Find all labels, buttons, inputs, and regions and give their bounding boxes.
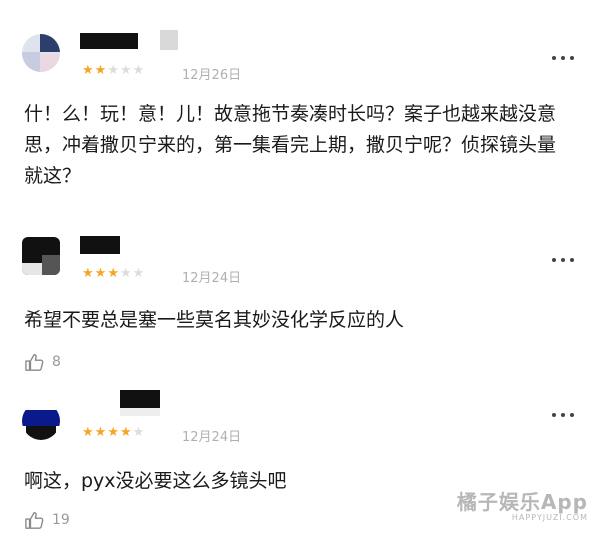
star-icon: ★: [107, 266, 120, 281]
watermark-logo: 橘子娱乐App: [456, 490, 588, 514]
star-icon: ★: [132, 425, 146, 440]
more-dots-icon[interactable]: [552, 412, 574, 418]
star-icon: ★: [119, 63, 133, 78]
star-icon: ★: [107, 63, 120, 78]
avatar[interactable]: [22, 402, 60, 440]
watermark: 橘子娱乐App HAPPYJUZI.COM: [457, 486, 588, 522]
thumbs-up-icon: [25, 354, 44, 371]
star-icon: ★: [94, 266, 108, 281]
more-dots-icon[interactable]: [552, 55, 574, 61]
like-button[interactable]: 19: [24, 510, 70, 530]
username-redacted[interactable]: [80, 33, 138, 49]
avatar[interactable]: [22, 237, 60, 275]
rating-stars: ★★★★★: [82, 63, 145, 78]
comment-date: 12月24日: [182, 271, 242, 286]
like-count: 19: [52, 512, 70, 528]
rating-stars: ★★★★★: [82, 425, 145, 440]
more-dots-icon[interactable]: [552, 257, 574, 263]
star-icon: ★: [94, 63, 108, 78]
username-redacted: [160, 30, 178, 50]
star-icon: ★: [82, 266, 95, 281]
rating-stars: ★★★★★: [82, 266, 145, 281]
star-icon: ★: [107, 425, 120, 440]
avatar[interactable]: [22, 34, 60, 72]
star-icon: ★: [82, 425, 95, 440]
username-redacted[interactable]: [120, 390, 160, 408]
star-icon: ★: [132, 266, 146, 281]
comment-text: 什！么！玩！意！儿！故意拖节奏凑时长吗？案子也越来越没意思，冲着撒贝宁来的，第一…: [24, 103, 557, 187]
star-icon: ★: [119, 425, 133, 440]
star-icon: ★: [82, 63, 95, 78]
comment-date: 12月26日: [182, 68, 242, 83]
like-count: 8: [52, 354, 61, 370]
like-button[interactable]: 8: [24, 352, 61, 372]
star-icon: ★: [94, 425, 108, 440]
star-icon: ★: [119, 266, 133, 281]
username-redacted: [120, 408, 160, 416]
comment-date: 12月24日: [182, 430, 242, 445]
thumbs-up-icon: [25, 512, 44, 529]
comment-text: 希望不要总是塞一些莫名其妙没化学反应的人: [24, 309, 405, 331]
star-icon: ★: [132, 63, 146, 78]
username-redacted[interactable]: [80, 236, 120, 254]
